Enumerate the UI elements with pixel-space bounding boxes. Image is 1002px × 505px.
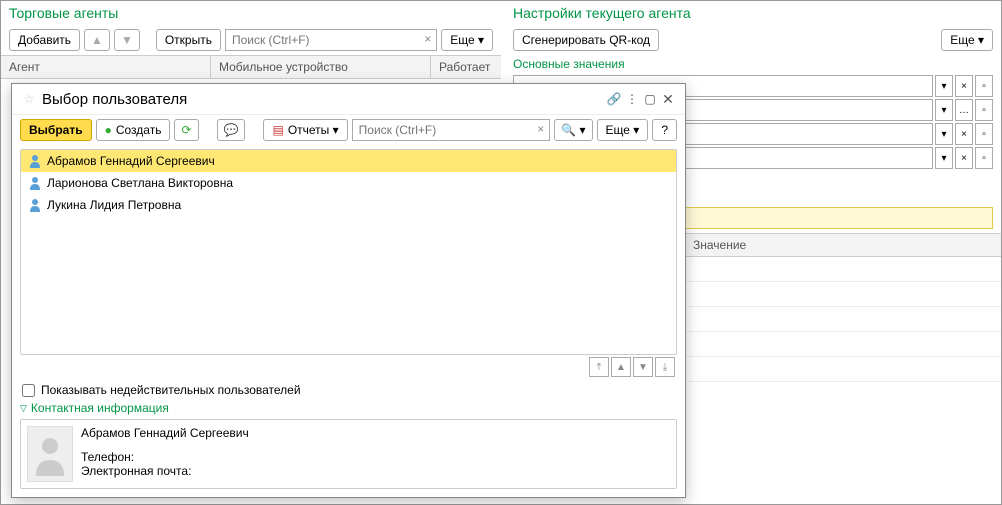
modal-more-button[interactable]: Еще ▾: [597, 119, 649, 141]
field-3-open[interactable]: ▫: [975, 123, 993, 145]
field-2-more[interactable]: …: [955, 99, 973, 121]
open-button[interactable]: Открыть: [156, 29, 221, 51]
link-icon[interactable]: 🔗: [605, 90, 623, 108]
main-values-label: Основные значения: [505, 55, 1001, 73]
list-nav: ⤒ ▲ ▼ ⤓: [12, 355, 685, 379]
nav-last[interactable]: ⤓: [655, 357, 675, 377]
th-value: Значение: [685, 234, 1001, 256]
left-section-title: Торговые агенты: [1, 1, 501, 25]
field-2-dropdown[interactable]: ▾: [935, 99, 953, 121]
right-toolbar: Сгенерировать QR-код Еще ▾: [505, 25, 1001, 55]
left-more-button[interactable]: Еще ▾: [441, 29, 493, 51]
field-2-open[interactable]: ▫: [975, 99, 993, 121]
modal-toolbar: Выбрать ● Создать ⟳ 💬 ▤ Отчеты ▾ × 🔍 ▾ Е…: [12, 115, 685, 145]
user-row[interactable]: Лукина Лидия Петровна: [21, 194, 676, 216]
field-4-open[interactable]: ▫: [975, 147, 993, 169]
left-search-input[interactable]: [225, 29, 437, 51]
phone-label: Телефон:: [81, 450, 670, 464]
user-icon: [29, 198, 41, 212]
contact-info-toggle[interactable]: ▽ Контактная информация: [12, 399, 685, 417]
user-picker-modal: ☆ Выбор пользователя 🔗 ⋮ ▢ ✕ Выбрать ● С…: [11, 83, 686, 498]
field-4-clear[interactable]: ×: [955, 147, 973, 169]
user-name: Абрамов Геннадий Сергеевич: [47, 154, 215, 168]
add-button[interactable]: Добавить: [9, 29, 80, 51]
search-icon: 🔍: [561, 123, 576, 137]
field-3-clear[interactable]: ×: [955, 123, 973, 145]
create-button[interactable]: ● Создать: [96, 119, 171, 141]
nav-up[interactable]: ▲: [611, 357, 631, 377]
close-icon[interactable]: ✕: [659, 90, 677, 108]
star-icon[interactable]: ☆: [20, 90, 38, 108]
nav-down[interactable]: ▼: [633, 357, 653, 377]
field-3-dropdown[interactable]: ▾: [935, 123, 953, 145]
contact-card: Абрамов Геннадий Сергеевич Телефон: Элек…: [20, 419, 677, 489]
kebab-icon[interactable]: ⋮: [623, 90, 641, 108]
field-1-open[interactable]: ▫: [975, 75, 993, 97]
avatar: [27, 426, 73, 482]
help-button[interactable]: ?: [652, 119, 677, 141]
clear-search-icon[interactable]: ×: [424, 32, 431, 46]
show-invalid-label: Показывать недействительных пользователе…: [41, 383, 301, 397]
contact-name: Абрамов Геннадий Сергеевич: [81, 426, 670, 440]
field-1-dropdown[interactable]: ▾: [935, 75, 953, 97]
user-icon: [29, 176, 41, 190]
email-label: Электронная почта:: [81, 464, 670, 478]
select-button[interactable]: Выбрать: [20, 119, 92, 141]
user-list: Абрамов Геннадий Сергеевич Ларионова Свет…: [20, 149, 677, 355]
search-button[interactable]: 🔍 ▾: [554, 119, 592, 141]
modal-title: Выбор пользователя: [42, 91, 605, 108]
user-name: Лукина Лидия Петровна: [47, 198, 181, 212]
modal-search-input[interactable]: [352, 119, 551, 141]
move-up-button[interactable]: ▲: [84, 29, 110, 51]
chat-button[interactable]: 💬: [217, 119, 246, 141]
modal-clear-search-icon[interactable]: ×: [537, 122, 544, 136]
user-name: Ларионова Светлана Викторовна: [47, 176, 233, 190]
chat-icon: 💬: [224, 123, 239, 137]
field-4-dropdown[interactable]: ▾: [935, 147, 953, 169]
refresh-icon: ⟳: [181, 123, 191, 137]
maximize-icon[interactable]: ▢: [641, 90, 659, 108]
field-1-clear[interactable]: ×: [955, 75, 973, 97]
user-row[interactable]: Ларионова Светлана Викторовна: [21, 172, 676, 194]
left-toolbar: Добавить ▲ ▼ Открыть × Еще ▾: [1, 25, 501, 55]
right-section-title: Настройки текущего агента: [505, 1, 1001, 25]
reports-button[interactable]: ▤ Отчеты ▾: [263, 119, 347, 141]
th-device: Мобильное устройство: [211, 56, 431, 78]
th-works: Работает: [431, 56, 501, 78]
chevron-down-icon: ▽: [20, 403, 27, 414]
nav-first[interactable]: ⤒: [589, 357, 609, 377]
user-row[interactable]: Абрамов Геннадий Сергеевич: [21, 150, 676, 172]
move-down-button[interactable]: ▼: [114, 29, 140, 51]
plus-icon: ●: [105, 123, 112, 137]
right-more-button[interactable]: Еще ▾: [941, 29, 993, 51]
refresh-button[interactable]: ⟳: [174, 119, 198, 141]
user-icon: [29, 154, 41, 168]
gen-qr-button[interactable]: Сгенерировать QR-код: [513, 29, 659, 51]
reports-icon: ▤: [272, 123, 283, 137]
th-agent: Агент: [1, 56, 211, 78]
show-invalid-checkbox[interactable]: [22, 384, 35, 397]
left-table-header: Агент Мобильное устройство Работает: [1, 55, 501, 79]
